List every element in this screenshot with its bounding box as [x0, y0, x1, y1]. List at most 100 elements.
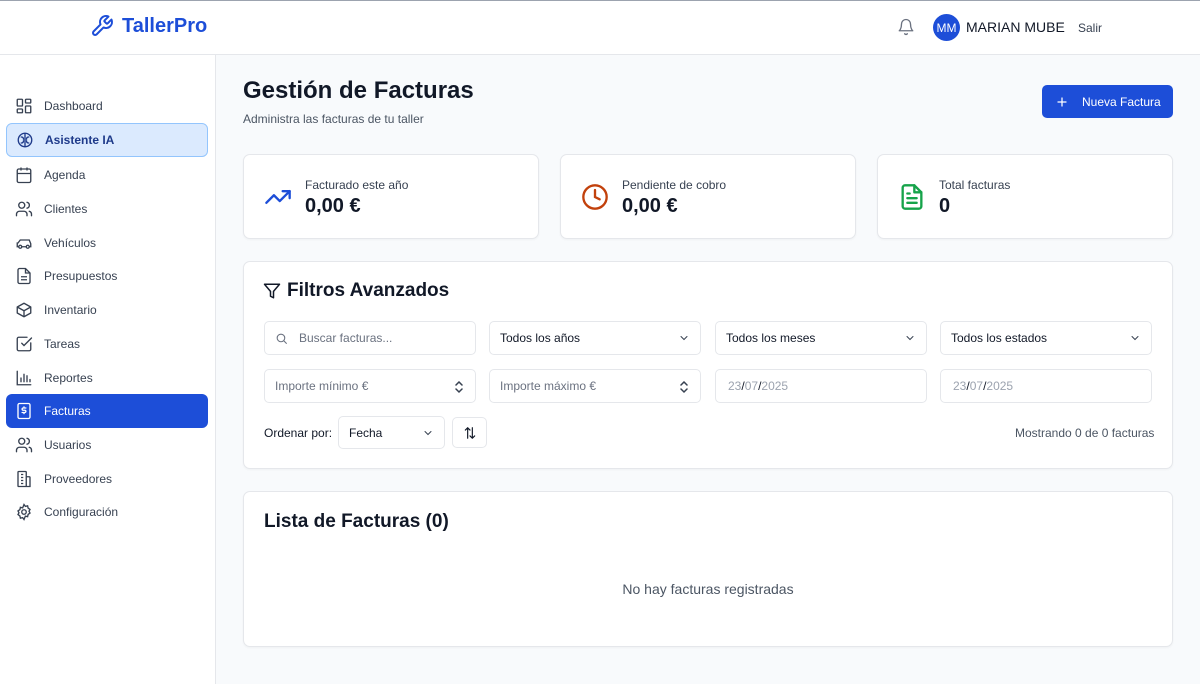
stat-card-total: Total facturas 0 — [877, 154, 1173, 239]
sidebar-item-agenda[interactable]: Agenda — [6, 158, 208, 192]
brand-name: TallerPro — [122, 14, 208, 37]
date-day: 23 — [953, 379, 967, 393]
sidebar-item-ai-assistant[interactable]: Asistente IA — [6, 123, 208, 157]
sidebar-item-label: Inventario — [44, 303, 97, 317]
sidebar-item-tareas[interactable]: Tareas — [6, 327, 208, 361]
new-invoice-label: Nueva Factura — [1082, 94, 1161, 109]
date-year: 2025 — [761, 379, 789, 393]
top-bar: TallerPro MM MARIAN MUBE Salir — [0, 1, 1200, 55]
sidebar-item-label: Clientes — [44, 202, 88, 216]
month-select[interactable]: Todos los meses — [715, 321, 927, 355]
search-placeholder: Buscar facturas... — [299, 331, 393, 345]
sidebar-item-label: Proveedores — [44, 472, 113, 486]
page-title: Gestión de Facturas — [243, 77, 474, 104]
filter-icon — [263, 283, 281, 299]
stat-value: 0 — [939, 195, 951, 217]
sidebar-item-label: Facturas — [44, 404, 91, 418]
sidebar: Dashboard Asistente IA Agenda Clientes V… — [0, 55, 216, 684]
file-text-icon — [901, 184, 923, 210]
sidebar-item-label: Usuarios — [44, 438, 92, 452]
stepper-icon[interactable] — [453, 379, 465, 395]
clock-icon — [582, 184, 608, 210]
month-select-value: Todos los meses — [726, 331, 816, 345]
checkbox-icon — [14, 334, 34, 354]
sidebar-item-presupuestos[interactable]: Presupuestos — [6, 259, 208, 293]
sidebar-item-configuracion[interactable]: Configuración — [6, 495, 208, 529]
chevron-down-icon — [424, 431, 432, 436]
wrench-icon — [92, 15, 113, 36]
users-icon — [14, 435, 34, 455]
sidebar-item-dashboard[interactable]: Dashboard — [6, 89, 208, 123]
min-amount-input[interactable]: Importe mínimo € — [264, 369, 476, 403]
max-amount-placeholder: Importe máximo € — [500, 379, 597, 393]
sidebar-item-clientes[interactable]: Clientes — [6, 192, 208, 226]
dashboard-grid-icon — [14, 96, 34, 116]
sidebar-item-proveedores[interactable]: Proveedores — [6, 462, 208, 496]
building-icon — [14, 469, 34, 489]
results-count: Mostrando 0 de 0 facturas — [1015, 426, 1155, 440]
empty-state-text: No hay facturas registradas — [622, 581, 794, 597]
sort-select[interactable]: Fecha — [338, 416, 445, 449]
sidebar-item-facturas[interactable]: Facturas — [6, 394, 208, 428]
stepper-icon[interactable] — [678, 379, 690, 395]
list-title: Lista de Facturas (0) — [264, 511, 449, 532]
document-icon — [14, 266, 34, 286]
min-amount-placeholder: Importe mínimo € — [275, 379, 369, 393]
stat-label: Pendiente de cobro — [622, 178, 727, 192]
sidebar-item-label: Reportes — [44, 371, 93, 385]
sidebar-item-label: Configuración — [44, 505, 119, 519]
year-select-value: Todos los años — [500, 331, 581, 345]
sidebar-item-inventario[interactable]: Inventario — [6, 293, 208, 327]
year-select[interactable]: Todos los años — [489, 321, 701, 355]
gear-icon — [14, 502, 34, 522]
sort-label: Ordenar por: — [264, 426, 333, 440]
date-to-input[interactable]: 23/07/2025 — [940, 369, 1152, 403]
sidebar-item-label: Presupuestos — [44, 269, 118, 283]
sidebar-item-label: Dashboard — [44, 99, 103, 113]
search-input[interactable]: Buscar facturas... — [264, 321, 476, 355]
sort-direction-button[interactable] — [452, 417, 487, 448]
brain-icon — [15, 130, 35, 150]
stat-value: 0,00 € — [305, 195, 361, 217]
bar-chart-icon — [14, 368, 34, 388]
date-year: 2025 — [986, 379, 1014, 393]
stat-value: 0,00 € — [622, 195, 678, 217]
date-day: 23 — [728, 379, 742, 393]
stat-card-pending: Pendiente de cobro 0,00 € — [560, 154, 856, 239]
bell-icon[interactable] — [897, 18, 915, 36]
sort-select-value: Fecha — [349, 425, 383, 440]
sidebar-item-label: Tareas — [44, 337, 81, 351]
invoice-icon — [14, 401, 34, 421]
sidebar-item-label: Asistente IA — [45, 133, 115, 147]
stat-label: Facturado este año — [305, 178, 409, 192]
status-select[interactable]: Todos los estados — [940, 321, 1152, 355]
new-invoice-button[interactable]: Nueva Factura — [1042, 85, 1173, 118]
sidebar-item-label: Agenda — [44, 168, 86, 182]
status-select-value: Todos los estados — [951, 331, 1048, 345]
chevron-down-icon — [680, 336, 688, 341]
plus-icon — [1057, 96, 1067, 107]
user-name[interactable]: MARIAN MUBE — [966, 19, 1065, 35]
search-icon — [276, 333, 287, 344]
chevron-down-icon — [1131, 336, 1139, 341]
brand-logo[interactable]: TallerPro — [90, 14, 207, 38]
sort-arrows-icon — [464, 426, 475, 439]
sidebar-item-usuarios[interactable]: Usuarios — [6, 428, 208, 462]
logout-button[interactable]: Salir — [1078, 21, 1102, 35]
stat-label: Total facturas — [939, 178, 1011, 192]
sidebar-item-reportes[interactable]: Reportes — [6, 361, 208, 395]
avatar[interactable]: MM — [933, 14, 960, 41]
sidebar-item-vehiculos[interactable]: Vehículos — [6, 226, 208, 260]
date-month: 07 — [969, 379, 984, 393]
users-icon — [14, 199, 34, 219]
date-from-input[interactable]: 23/07/2025 — [715, 369, 927, 403]
trending-up-icon — [265, 190, 291, 204]
date-month: 07 — [744, 379, 759, 393]
car-icon — [14, 233, 34, 253]
chevron-down-icon — [906, 336, 914, 341]
max-amount-input[interactable]: Importe máximo € — [489, 369, 701, 403]
stat-card-billed: Facturado este año 0,00 € — [243, 154, 539, 239]
filters-title: Filtros Avanzados — [287, 280, 450, 301]
box-icon — [14, 300, 34, 320]
page-subtitle: Administra las facturas de tu taller — [243, 112, 424, 126]
